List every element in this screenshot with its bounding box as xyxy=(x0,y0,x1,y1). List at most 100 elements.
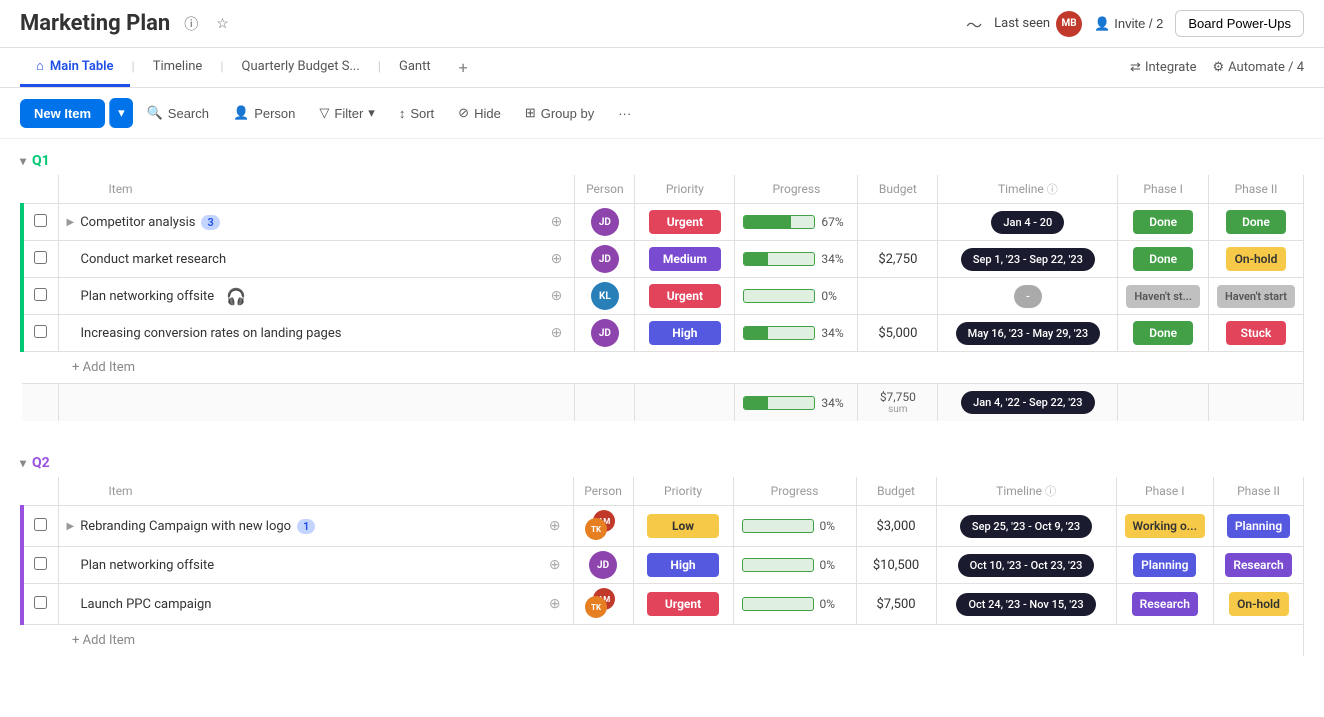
q1-header-row: Item Person Priority Progress Budget Tim… xyxy=(22,175,1304,204)
phase2-badge-1: Done xyxy=(1226,210,1286,234)
table-row: Launch PPC campaign ⊕ AM TK Urgent xyxy=(22,584,1304,625)
add-subitem-icon-1[interactable]: ⊕ xyxy=(547,214,567,230)
add-item-label-q1[interactable]: + Add Item xyxy=(22,352,1304,384)
progress-bar-2 xyxy=(743,252,815,266)
tabs-left: ⌂ Main Table | Timeline | Quarterly Budg… xyxy=(20,48,480,87)
th2-item: Item xyxy=(58,477,573,506)
row-item-2: Conduct market research ⊕ xyxy=(58,241,575,278)
row-checkbox-2[interactable] xyxy=(22,241,58,278)
hide-button[interactable]: ⊘ Hide xyxy=(448,99,511,127)
row-checkbox-5[interactable] xyxy=(22,506,58,547)
phase2-badge-7: On-hold xyxy=(1229,592,1289,616)
phase1-badge-5: Working o... xyxy=(1125,514,1205,538)
th-checkbox xyxy=(22,175,58,204)
phase2-badge-4: Stuck xyxy=(1226,321,1286,345)
priority-badge-1: Urgent xyxy=(649,210,721,234)
expand-icon[interactable]: ▶ xyxy=(67,217,75,228)
q2-table: Item Person Priority Progress Budget Tim… xyxy=(20,477,1304,656)
board-powerups-button[interactable]: Board Power-Ups xyxy=(1175,10,1304,37)
q2-header-row: Item Person Priority Progress Budget Tim… xyxy=(22,477,1304,506)
filter-dropdown-icon: ▾ xyxy=(368,105,375,121)
add-item-row-q1[interactable]: + Add Item xyxy=(22,352,1304,384)
row-checkbox-1[interactable] xyxy=(22,204,58,241)
row-phase2-7: On-hold xyxy=(1214,584,1304,625)
row-budget-3 xyxy=(858,278,938,315)
add-subitem-icon-2[interactable]: ⊕ xyxy=(547,251,567,267)
row-priority-1[interactable]: Urgent xyxy=(635,204,735,241)
progress-fill-1 xyxy=(744,216,791,228)
row-priority-6[interactable]: High xyxy=(633,547,733,584)
invite-button[interactable]: 👤 Invite / 2 xyxy=(1094,16,1163,32)
progress-bar-6 xyxy=(742,558,814,572)
row-checkbox-7[interactable] xyxy=(22,584,58,625)
row-priority-3[interactable]: Urgent xyxy=(635,278,735,315)
row-phase2-1: Done xyxy=(1208,204,1303,241)
row-progress-6: 0% xyxy=(733,547,856,584)
row-priority-7[interactable]: Urgent xyxy=(633,584,733,625)
row-priority-4[interactable]: High xyxy=(635,315,735,352)
timeline-badge-2: Sep 1, '23 - Sep 22, '23 xyxy=(961,248,1095,271)
row-priority-5[interactable]: Low xyxy=(633,506,733,547)
phase1-badge-4: Done xyxy=(1133,321,1193,345)
row-item-1: ▶ Competitor analysis 3 ⊕ xyxy=(58,204,575,241)
summary-row-q1: 34% $7,750 sum Jan 4, '22 - Sep 22, '23 xyxy=(22,384,1304,422)
section-q1-header[interactable]: ▾ Q1 xyxy=(0,139,1324,175)
automate-button[interactable]: ⚙ Automate / 4 xyxy=(1212,60,1304,75)
row-phase1-5: Working o... xyxy=(1116,506,1213,547)
row-priority-2[interactable]: Medium xyxy=(635,241,735,278)
add-subitem-icon-4[interactable]: ⊕ xyxy=(547,325,567,341)
avatar-2: JD xyxy=(591,245,619,273)
th-timeline: Timeline ⓘ xyxy=(938,175,1118,204)
new-item-dropdown-button[interactable]: ▾ xyxy=(109,98,133,128)
table-row: Increasing conversion rates on landing p… xyxy=(22,315,1304,352)
sort-icon: ↕ xyxy=(399,106,406,121)
tab-quarterly-budget[interactable]: Quarterly Budget S... xyxy=(226,49,376,87)
section-q2: ▾ Q2 Item Person Priority Progress Budge… xyxy=(0,441,1324,656)
summary-person xyxy=(575,384,635,422)
row-phase1-1: Done xyxy=(1118,204,1209,241)
group-by-button[interactable]: ⊞ Group by xyxy=(515,99,604,127)
tab-gantt[interactable]: Gantt xyxy=(383,49,447,87)
avatar-7b: TK xyxy=(585,596,607,618)
tab-timeline[interactable]: Timeline xyxy=(137,49,219,87)
phase1-badge-3: Haven't st... xyxy=(1126,285,1200,308)
filter-button[interactable]: ▽ Filter ▾ xyxy=(309,99,384,127)
integrate-button[interactable]: ⇄ Integrate xyxy=(1130,60,1196,75)
row-item-5: ▶ Rebranding Campaign with new logo 1 ⊕ xyxy=(58,506,573,547)
expand-icon-5[interactable]: ▶ xyxy=(67,521,75,532)
add-item-row-q2[interactable]: + Add Item xyxy=(22,625,1304,657)
add-subitem-icon-6[interactable]: ⊕ xyxy=(545,557,565,573)
row-checkbox-4[interactable] xyxy=(22,315,58,352)
row-phase2-4: Stuck xyxy=(1208,315,1303,352)
row-phase1-2: Done xyxy=(1118,241,1209,278)
phase2-badge-2: On-hold xyxy=(1226,247,1286,271)
th-item: Item xyxy=(58,175,575,204)
row-phase1-3: Haven't st... xyxy=(1118,278,1209,315)
section-q2-header[interactable]: ▾ Q2 xyxy=(0,441,1324,477)
row-budget-1 xyxy=(858,204,938,241)
sort-button[interactable]: ↕ Sort xyxy=(389,100,444,127)
star-icon-btn[interactable]: ☆ xyxy=(212,13,233,34)
row-progress-3: 0% xyxy=(735,278,858,315)
tab-add-button[interactable]: + xyxy=(447,48,480,87)
add-subitem-icon-7[interactable]: ⊕ xyxy=(545,596,565,612)
group-icon: ⊞ xyxy=(525,105,536,121)
summary-progress-bar xyxy=(743,396,815,410)
info-icon-btn[interactable]: ⓘ xyxy=(180,12,202,36)
more-button[interactable]: ··· xyxy=(608,100,641,127)
row-checkbox-3[interactable] xyxy=(22,278,58,315)
row-checkbox-6[interactable] xyxy=(22,547,58,584)
timeline-badge-1: Jan 4 - 20 xyxy=(991,211,1064,234)
new-item-button[interactable]: New Item xyxy=(20,99,105,128)
add-subitem-icon-5[interactable]: ⊕ xyxy=(545,518,565,534)
tab-main-table[interactable]: ⌂ Main Table xyxy=(20,48,130,87)
person-button[interactable]: 👤 Person xyxy=(223,99,305,127)
summary-timeline: Jan 4, '22 - Sep 22, '23 xyxy=(938,384,1118,422)
add-subitem-icon-3[interactable]: ⊕ xyxy=(547,288,567,304)
th2-phase1: Phase I xyxy=(1116,477,1213,506)
th2-priority: Priority xyxy=(633,477,733,506)
progress-fill-2 xyxy=(744,253,768,265)
search-button[interactable]: 🔍 Search xyxy=(137,99,219,127)
add-item-label-q2[interactable]: + Add Item xyxy=(22,625,1304,657)
timeline-badge-5: Sep 25, '23 - Oct 9, '23 xyxy=(960,515,1092,538)
